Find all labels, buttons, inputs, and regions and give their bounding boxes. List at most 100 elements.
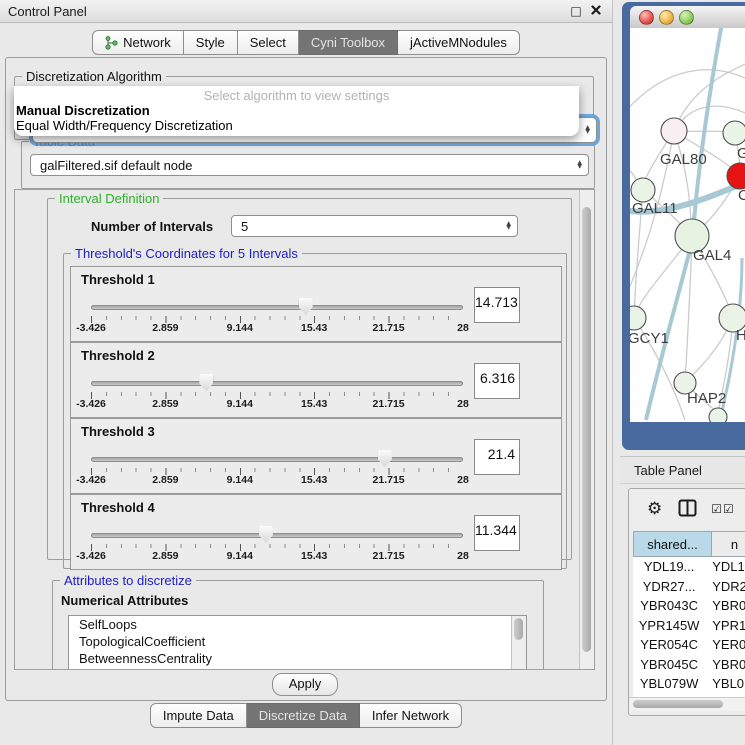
window-close-button[interactable]: [639, 10, 654, 25]
tick-label: 2.859: [152, 322, 178, 334]
slider-thumb[interactable]: [259, 526, 273, 543]
cell-name[interactable]: YBR0: [705, 657, 745, 672]
checkboxes-icon[interactable]: ☑☑: [711, 502, 735, 516]
split-table-icon[interactable]: [678, 499, 697, 520]
column-header-shared-name[interactable]: shared...: [633, 531, 712, 557]
node-g[interactable]: [723, 121, 745, 145]
table-row[interactable]: YPR145W YPR1: [633, 616, 745, 636]
cell-name[interactable]: YPR1: [705, 618, 745, 633]
tab-network-label: Network: [123, 35, 171, 50]
threshold-2-value-field[interactable]: 6.316: [474, 363, 520, 399]
gear-icon[interactable]: ⚙: [647, 499, 662, 519]
slider-tick-labels: -3.426 2.859 9.144 15.43 21.715 28: [91, 474, 463, 488]
tick-label: 9.144: [227, 474, 253, 486]
slider-track[interactable]: [91, 381, 463, 386]
tick-label: 28: [457, 398, 469, 410]
table-row[interactable]: YDR27... YDR2: [633, 577, 745, 597]
cell-name[interactable]: YER0: [705, 637, 745, 652]
table-rows: YDL19... YDL1 YDR27... YDR2 YBR043C YBR0…: [633, 557, 745, 697]
node-bottom[interactable]: [709, 408, 727, 422]
table-row[interactable]: YBR045C YBR0: [633, 655, 745, 675]
node-gal11[interactable]: [631, 178, 655, 202]
cell-shared-name[interactable]: YBR043C: [633, 598, 705, 613]
popup-option-manual-discretization[interactable]: Manual Discretization: [14, 103, 579, 118]
slider-tick-labels: -3.426 2.859 9.144 15.43 21.715 28: [91, 398, 463, 412]
table-row[interactable]: YBR043C YBR0: [633, 596, 745, 616]
tab-discretize-data-label: Discretize Data: [259, 708, 347, 723]
table-row[interactable]: YER054C YER0: [633, 635, 745, 655]
slider-track[interactable]: [91, 457, 463, 462]
slider-thumb[interactable]: [378, 450, 392, 467]
cell-shared-name[interactable]: YDR27...: [633, 579, 705, 594]
scrollbar-thumb[interactable]: [582, 207, 591, 652]
close-icon[interactable]: [586, 4, 612, 18]
network-graph: GAL80 G C GAL11 GAL4 GCY1 H HAP2: [630, 28, 745, 422]
algorithm-popup-hint: Select algorithm to view settings: [14, 86, 579, 103]
numerical-attributes-label: Numerical Attributes: [61, 593, 188, 608]
slider-track[interactable]: [91, 305, 463, 310]
cell-name[interactable]: YBL0: [705, 676, 745, 691]
tab-network[interactable]: Network: [92, 30, 184, 55]
slider-thumb[interactable]: [199, 374, 213, 391]
list-item-betweennesscentrality[interactable]: BetweennessCentrality: [69, 650, 526, 667]
number-of-intervals-combobox[interactable]: 5 ▲▼: [231, 215, 518, 237]
popup-option-equal-width-frequency[interactable]: Equal Width/Frequency Discretization: [14, 118, 579, 133]
threshold-1-slider[interactable]: -3.426 2.859 9.144 15.43 21.715 28: [91, 267, 463, 341]
attributes-group-label: Attributes to discretize: [60, 573, 196, 588]
cell-shared-name[interactable]: YBR045C: [633, 657, 705, 672]
tab-cyni-toolbox[interactable]: Cyni Toolbox: [299, 30, 398, 55]
network-view-window: GAL80 G C GAL11 GAL4 GCY1 H HAP2: [622, 2, 745, 450]
threshold-4-slider[interactable]: -3.426 2.859 9.144 15.43 21.715 28: [91, 495, 463, 569]
tab-select[interactable]: Select: [238, 30, 299, 55]
cell-name[interactable]: YDR2: [705, 579, 745, 594]
table-panel-title: Table Panel: [620, 463, 702, 478]
tab-style[interactable]: Style: [184, 30, 238, 55]
settings-vertical-scrollbar[interactable]: [579, 190, 594, 669]
float-window-icon[interactable]: □: [566, 4, 586, 18]
table-data-combobox[interactable]: galFiltered.sif default node ▲▼: [30, 154, 589, 176]
table-row[interactable]: YDL19... YDL1: [633, 557, 745, 577]
apply-button[interactable]: Apply: [272, 673, 338, 696]
attributes-list-scrollbar[interactable]: [511, 616, 526, 670]
attributes-group: Attributes to discretize Numerical Attri…: [52, 580, 544, 670]
tab-impute-data-label: Impute Data: [163, 708, 234, 723]
scrollbar-thumb[interactable]: [633, 700, 723, 708]
cell-shared-name[interactable]: YER054C: [633, 637, 705, 652]
tick-label: 2.859: [152, 474, 178, 486]
tab-jactivemnodules[interactable]: jActiveMNodules: [398, 30, 520, 55]
network-window-titlebar[interactable]: [630, 6, 745, 29]
split-table-glyph: [678, 499, 697, 517]
tick-label: 9.144: [227, 322, 253, 334]
node-gal80[interactable]: [661, 118, 687, 144]
cell-shared-name[interactable]: YDL19...: [633, 559, 705, 574]
window-minimize-button[interactable]: [659, 10, 674, 25]
tick-label: 15.43: [301, 322, 327, 334]
column-header-name[interactable]: n: [712, 531, 745, 557]
network-canvas[interactable]: GAL80 G C GAL11 GAL4 GCY1 H HAP2: [630, 28, 745, 422]
numerical-attributes-list[interactable]: SelfLoops TopologicalCoefficient Between…: [68, 615, 527, 670]
node-gcy1[interactable]: [630, 306, 646, 330]
table-horizontal-scrollbar[interactable]: [629, 697, 745, 711]
control-panel-titlebar: Control Panel □: [0, 0, 612, 23]
cell-name[interactable]: YBR0: [705, 598, 745, 613]
tab-impute-data[interactable]: Impute Data: [150, 703, 247, 728]
slider-thumb[interactable]: [299, 298, 313, 315]
slider-track[interactable]: [91, 533, 463, 538]
threshold-3-slider[interactable]: -3.426 2.859 9.144 15.43 21.715 28: [91, 419, 463, 493]
window-zoom-button[interactable]: [679, 10, 694, 25]
threshold-1-value-field[interactable]: 14.713: [474, 287, 520, 323]
tab-discretize-data[interactable]: Discretize Data: [247, 703, 360, 728]
cell-shared-name[interactable]: YPR145W: [633, 618, 705, 633]
cell-shared-name[interactable]: YBL079W: [633, 676, 705, 691]
list-item-selfloops[interactable]: SelfLoops: [69, 616, 526, 633]
stepper-icon: ▲▼: [585, 126, 590, 135]
cell-name[interactable]: YDL1: [705, 559, 745, 574]
scrollbar-thumb[interactable]: [514, 618, 523, 640]
threshold-2-slider[interactable]: -3.426 2.859 9.144 15.43 21.715 28: [91, 343, 463, 417]
tick-label: 21.715: [373, 550, 405, 562]
threshold-3-value-field[interactable]: 21.4: [474, 439, 520, 475]
list-item-topologicalcoefficient[interactable]: TopologicalCoefficient: [69, 633, 526, 650]
table-row[interactable]: YBL079W YBL0: [633, 674, 745, 694]
tab-infer-network[interactable]: Infer Network: [360, 703, 462, 728]
threshold-4-value-field[interactable]: 11.344: [474, 515, 520, 551]
